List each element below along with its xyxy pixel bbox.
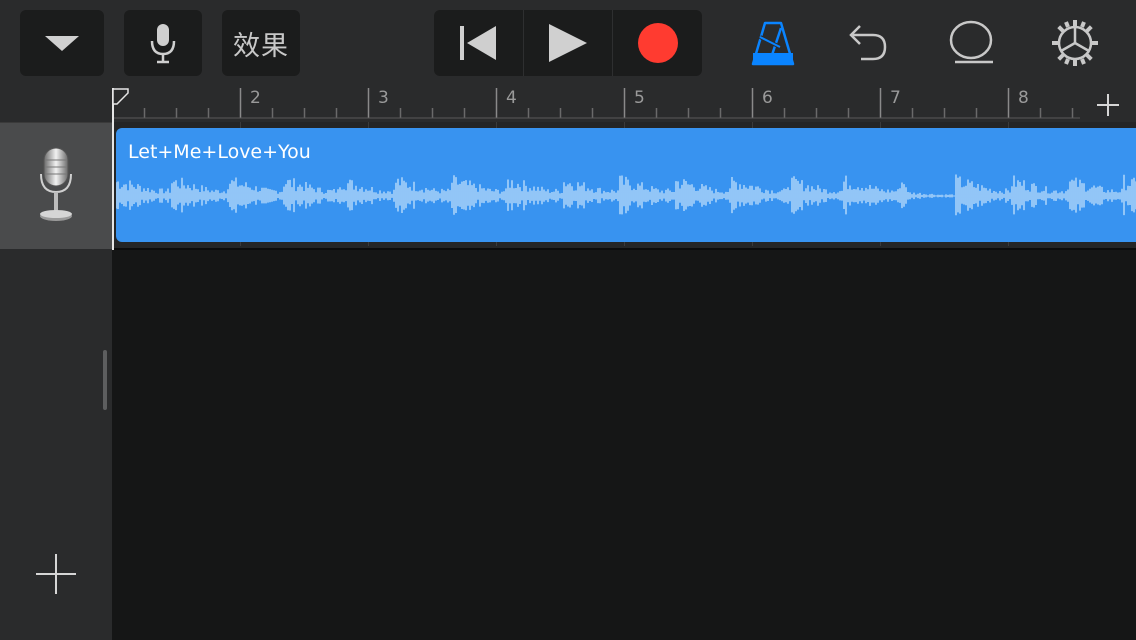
gear-icon [1052,20,1098,66]
bar-number: 6 [762,88,773,108]
loop-icon [949,20,993,64]
record-button[interactable] [612,10,702,76]
audio-region[interactable]: Let+Me+Love+You [116,128,1136,242]
add-track-button[interactable] [34,552,78,596]
playhead-handle[interactable] [112,88,130,110]
waveform-path [116,174,1136,216]
loops-button[interactable] [946,10,996,76]
record-icon [637,23,678,63]
play-icon [549,24,587,62]
fx-label: 效果 [233,30,289,62]
track-list-scrollbar[interactable] [103,350,107,410]
browser-dropdown-button[interactable] [20,10,104,76]
playhead[interactable] [112,88,114,250]
skip-back-icon [460,26,497,60]
metronome-icon [751,21,795,66]
microphone-icon [40,147,72,221]
bar-number: 5 [634,88,645,108]
microphone-icon [150,24,176,64]
region-name: Let+Me+Love+You [128,141,311,163]
settings-button[interactable] [1050,10,1100,76]
fx-button[interactable]: 效果 [222,10,300,76]
bar-number: 4 [506,88,517,108]
bar-number: 7 [890,88,901,108]
waveform [116,174,1136,216]
bar-number: 8 [1018,88,1029,108]
plus-icon [1097,94,1119,116]
track-header-audio-recorder[interactable] [0,122,112,249]
metronome-button[interactable] [748,10,798,76]
transport-controls [434,10,702,76]
lane-divider [112,248,1136,250]
undo-button[interactable] [846,10,892,76]
bar-number: 2 [250,88,261,108]
timeline-ruler[interactable]: 2 3 4 5 6 7 8 [112,88,1080,122]
play-button[interactable] [522,10,613,76]
plus-icon [36,554,76,594]
go-to-beginning-button[interactable] [434,10,523,76]
song-sections-button[interactable] [1080,88,1136,122]
microphone-settings-button[interactable] [124,10,202,76]
bar-number: 3 [378,88,389,108]
chevron-down-icon [45,36,79,51]
undo-icon [849,25,887,61]
